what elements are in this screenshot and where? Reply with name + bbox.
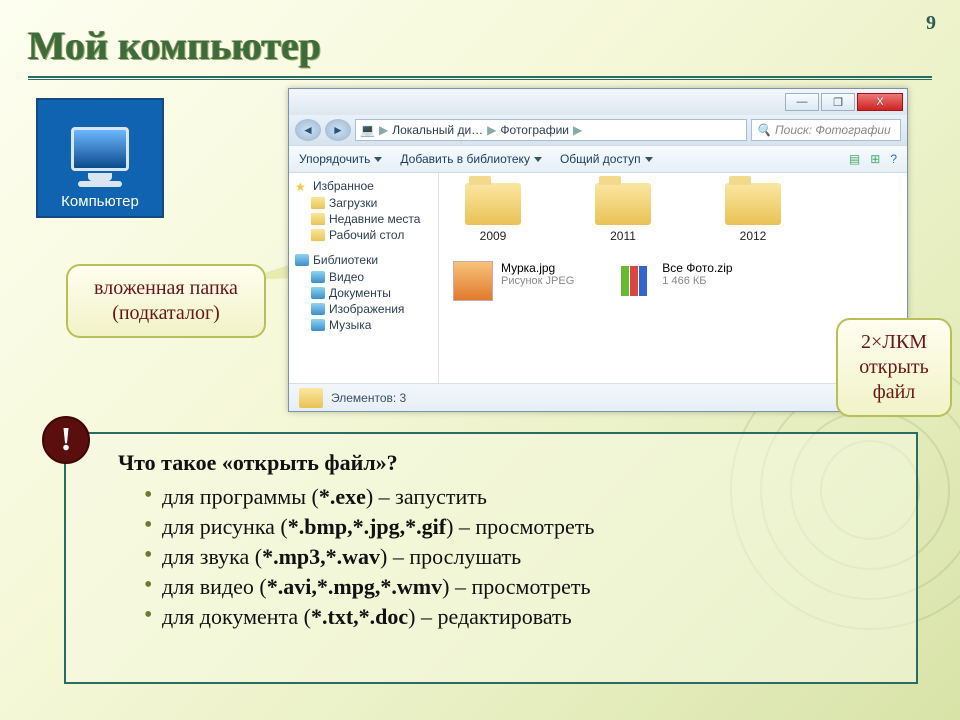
page-title: Мой компьютер	[28, 22, 321, 69]
list-item: для программы (*.exe) – запустить	[144, 482, 896, 512]
breadcrumb-part[interactable]: Локальный ди…	[392, 123, 483, 137]
library-icon	[295, 254, 309, 266]
status-bar: Элементов: 3	[289, 383, 907, 411]
list-item: для звука (*.mp3,*.wav) – прослушать	[144, 542, 896, 572]
library-icon	[311, 319, 325, 331]
search-placeholder: Поиск: Фотографии	[775, 123, 891, 137]
my-computer-icon[interactable]: Компьютер	[36, 98, 164, 218]
view-icon[interactable]: ▤	[849, 152, 860, 166]
info-box: Что такое «открыть файл»? для программы …	[64, 432, 918, 684]
sidebar-item-music[interactable]: Музыка	[311, 317, 432, 333]
close-button[interactable]: X	[857, 93, 903, 111]
folder-icon	[725, 183, 781, 225]
sidebar-item-documents[interactable]: Документы	[311, 285, 432, 301]
folder-2012[interactable]: 2012	[713, 183, 793, 243]
search-icon: 🔍	[756, 123, 771, 137]
folder-icon	[299, 388, 323, 408]
callout-double-click: 2×ЛКМ открыть файл	[836, 318, 952, 417]
folder-2009[interactable]: 2009	[453, 183, 533, 243]
share-menu[interactable]: Общий доступ	[560, 152, 653, 166]
my-computer-label: Компьютер	[61, 193, 139, 210]
list-item: для рисунка (*.bmp,*.jpg,*.gif) – просмо…	[144, 512, 896, 542]
star-icon: ★	[295, 180, 309, 192]
attention-badge: !	[42, 416, 90, 464]
list-item: для видео (*.avi,*.mpg,*.wmv) – просмотр…	[144, 572, 896, 602]
file-murka-jpg[interactable]: Мурка.jpgРисунок JPEG	[453, 261, 574, 301]
folder-2011[interactable]: 2011	[583, 183, 663, 243]
toolbar: Упорядочить Добавить в библиотеку Общий …	[289, 145, 907, 173]
breadcrumb-part[interactable]: Фотографии	[500, 123, 569, 137]
sidebar-item-recent[interactable]: Недавние места	[311, 211, 432, 227]
forward-button[interactable]: ►	[325, 119, 351, 141]
nav-bar: ◄ ► 💻 ▶ Локальный ди… ▶ Фотографии ▶ 🔍 П…	[289, 115, 907, 145]
nav-pane: ★ Избранное Загрузки Недавние места Рабоч…	[289, 173, 439, 383]
back-button[interactable]: ◄	[295, 119, 321, 141]
folder-icon	[311, 229, 325, 241]
sidebar-item-desktop[interactable]: Рабочий стол	[311, 227, 432, 243]
window-titlebar: — ❐ X	[289, 89, 907, 115]
chevron-down-icon	[534, 157, 542, 162]
list-item: для документа (*.txt,*.doc) – редактиров…	[144, 602, 896, 632]
add-to-library-menu[interactable]: Добавить в библиотеку	[400, 152, 542, 166]
address-bar[interactable]: 💻 ▶ Локальный ди… ▶ Фотографии ▶	[355, 119, 747, 141]
help-icon[interactable]: ?	[890, 152, 897, 166]
search-box[interactable]: 🔍 Поиск: Фотографии	[751, 119, 901, 141]
image-thumb-icon	[453, 261, 493, 301]
folder-icon	[311, 213, 325, 225]
folder-icon	[595, 183, 651, 225]
sidebar-item-images[interactable]: Изображения	[311, 301, 432, 317]
library-icon	[311, 287, 325, 299]
preview-pane-icon[interactable]: ⊞	[870, 152, 880, 166]
libraries-header[interactable]: Библиотеки	[313, 253, 378, 267]
page-number: 9	[926, 12, 936, 35]
folder-icon	[465, 183, 521, 225]
favorites-header[interactable]: Избранное	[313, 179, 374, 193]
drive-icon: 💻	[360, 123, 375, 137]
chevron-down-icon	[645, 157, 653, 162]
folder-icon	[311, 197, 325, 209]
organize-menu[interactable]: Упорядочить	[299, 152, 382, 166]
library-icon	[311, 271, 325, 283]
sidebar-item-downloads[interactable]: Загрузки	[311, 195, 432, 211]
chevron-down-icon	[374, 157, 382, 162]
monitor-icon	[71, 127, 129, 171]
title-underline	[28, 76, 932, 80]
file-all-photos-zip[interactable]: Все Фото.zip1 466 КБ	[614, 261, 732, 301]
maximize-button[interactable]: ❐	[821, 93, 855, 111]
sidebar-item-video[interactable]: Видео	[311, 269, 432, 285]
callout-subfolder: вложенная папка (подкаталог)	[66, 264, 266, 338]
explorer-window: — ❐ X ◄ ► 💻 ▶ Локальный ди… ▶ Фотографии…	[288, 88, 908, 412]
minimize-button[interactable]: —	[785, 93, 819, 111]
library-icon	[311, 303, 325, 315]
archive-icon	[614, 261, 654, 301]
info-list: для программы (*.exe) – запустить для ри…	[118, 482, 896, 632]
info-heading: Что такое «открыть файл»?	[118, 450, 896, 476]
status-text: Элементов: 3	[331, 391, 406, 405]
